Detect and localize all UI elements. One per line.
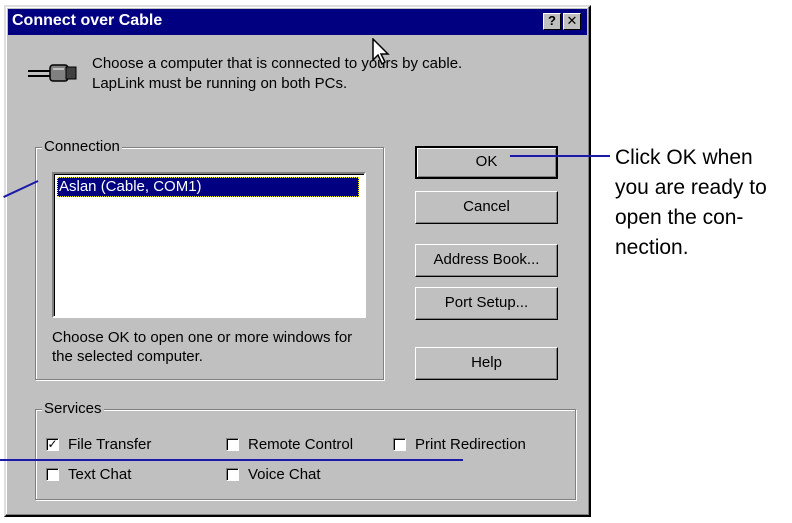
connect-over-cable-dialog: Connect over Cable ? ✕ Choose a computer… (4, 5, 591, 517)
text-chat-checkbox[interactable]: Text Chat (46, 464, 131, 484)
port-setup-button[interactable]: Port Setup... (415, 287, 558, 320)
file-transfer-checkbox[interactable]: ✓ File Transfer (46, 434, 151, 454)
ok-callout-text: Click OK when you are ready to open the … (615, 146, 767, 259)
dialog-title: Connect over Cable (12, 12, 163, 29)
connection-hint: Choose OK to open one or more windows fo… (52, 329, 353, 365)
intro-text: Choose a computer that is connected to y… (92, 55, 463, 92)
remote-control-label: Remote Control (248, 435, 354, 453)
address-book-button[interactable]: Address Book... (415, 244, 558, 277)
close-icon[interactable]: ✕ (563, 13, 581, 30)
voice-chat-checkbox[interactable]: Voice Chat (226, 464, 321, 484)
file-transfer-label: File Transfer (68, 435, 152, 453)
title-bar[interactable]: Connect over Cable ? ✕ (8, 9, 587, 35)
print-redirection-label: Print Redirection (415, 435, 526, 453)
services-callout-line (0, 459, 463, 461)
services-label: Services (42, 400, 104, 418)
mouse-cursor-icon (372, 38, 390, 66)
connection-group: Connection Aslan (Cable, COM1) Choose OK… (35, 138, 384, 380)
list-item[interactable]: Aslan (Cable, COM1) (57, 177, 359, 197)
voice-chat-label: Voice Chat (248, 465, 321, 483)
help-icon[interactable]: ? (543, 13, 561, 30)
remote-control-checkbox[interactable]: Remote Control (226, 434, 353, 454)
computer-list[interactable]: Aslan (Cable, COM1) (52, 172, 366, 318)
ok-callout-line (510, 155, 610, 157)
cancel-button[interactable]: Cancel (415, 191, 558, 224)
print-redirection-checkbox[interactable]: Print Redirection (393, 434, 526, 454)
help-button[interactable]: Help (415, 347, 558, 380)
check-icon: ✓ (46, 436, 59, 451)
ok-button[interactable]: OK (415, 146, 558, 179)
connection-label: Connection (42, 138, 122, 156)
cable-icon (28, 64, 77, 82)
text-chat-label: Text Chat (68, 465, 132, 483)
services-group: Services ✓ File Transfer Remote Control … (35, 400, 576, 500)
